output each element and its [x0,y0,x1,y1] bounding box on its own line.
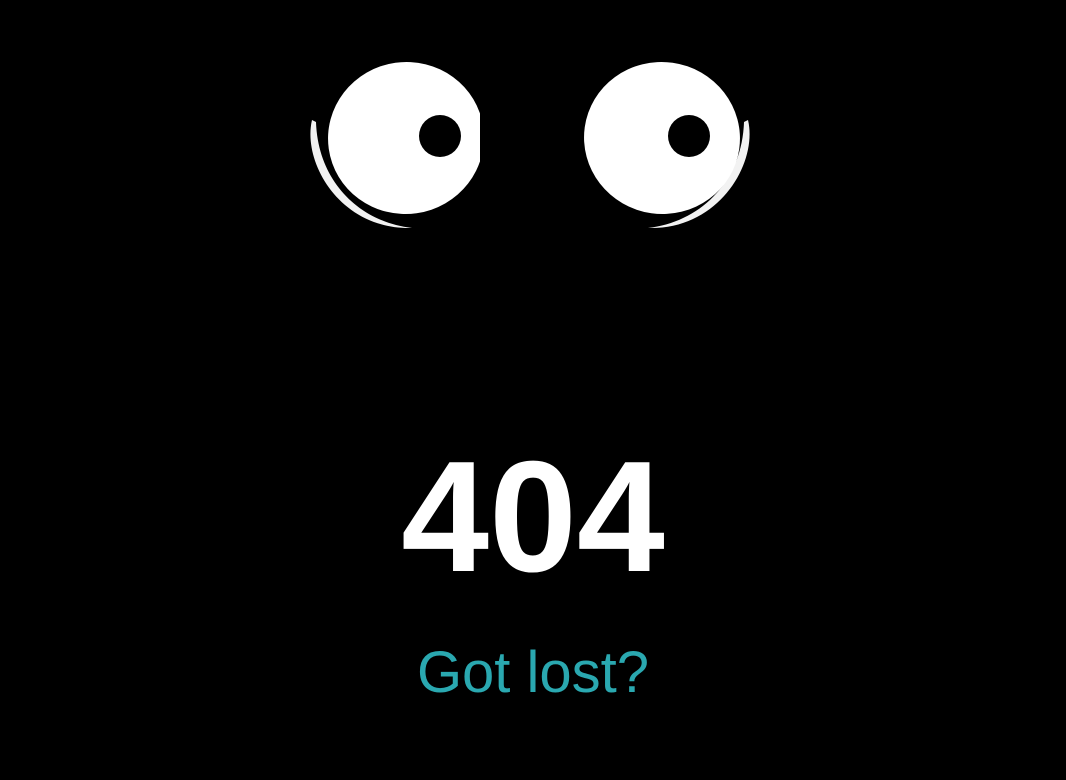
error-code-heading: 404 [401,429,665,605]
left-eye-icon [300,52,480,232]
right-eye-icon [580,52,760,232]
got-lost-link[interactable]: Got lost? [0,640,1066,706]
error-page: 404 Got lost? [0,0,1066,780]
